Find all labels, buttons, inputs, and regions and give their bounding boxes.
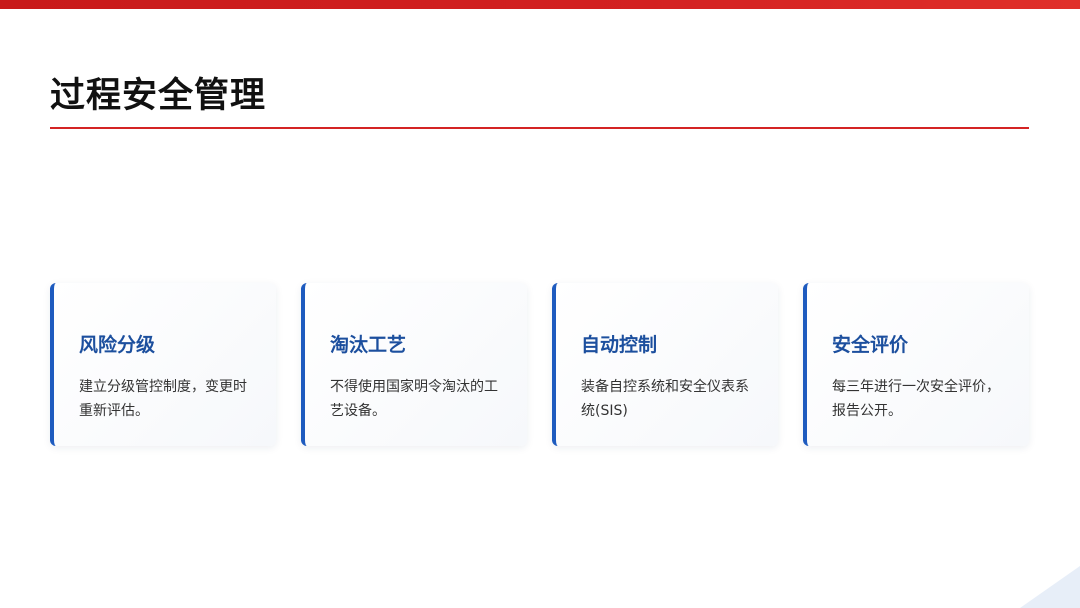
card-title: 自动控制 [581,334,658,356]
card-description: 建立分级管控制度，变更时重新评估。 [79,379,247,419]
corner-decoration [1020,566,1080,608]
card-row: 风险分级 建立分级管控制度，变更时重新评估。 淘汰工艺 不得使用国家明令淘汰的工… [50,283,1030,446]
title-divider [50,127,1029,129]
card-risk-grading: 风险分级 建立分级管控制度，变更时重新评估。 [50,283,276,446]
page-title: 过程安全管理 [50,76,267,116]
card-description: 不得使用国家明令淘汰的工艺设备。 [330,379,498,419]
card-description: 每三年进行一次安全评价，报告公开。 [832,379,1000,419]
card-title: 淘汰工艺 [330,334,407,356]
card-safety-evaluation: 安全评价 每三年进行一次安全评价，报告公开。 [803,283,1029,446]
card-automatic-control: 自动控制 装备自控系统和安全仪表系统(SIS) [552,283,778,446]
top-accent-bar [0,0,1080,9]
card-description: 装备自控系统和安全仪表系统(SIS) [581,379,749,419]
card-title: 安全评价 [832,334,909,356]
card-obsolete-process: 淘汰工艺 不得使用国家明令淘汰的工艺设备。 [301,283,527,446]
card-title: 风险分级 [79,334,156,356]
